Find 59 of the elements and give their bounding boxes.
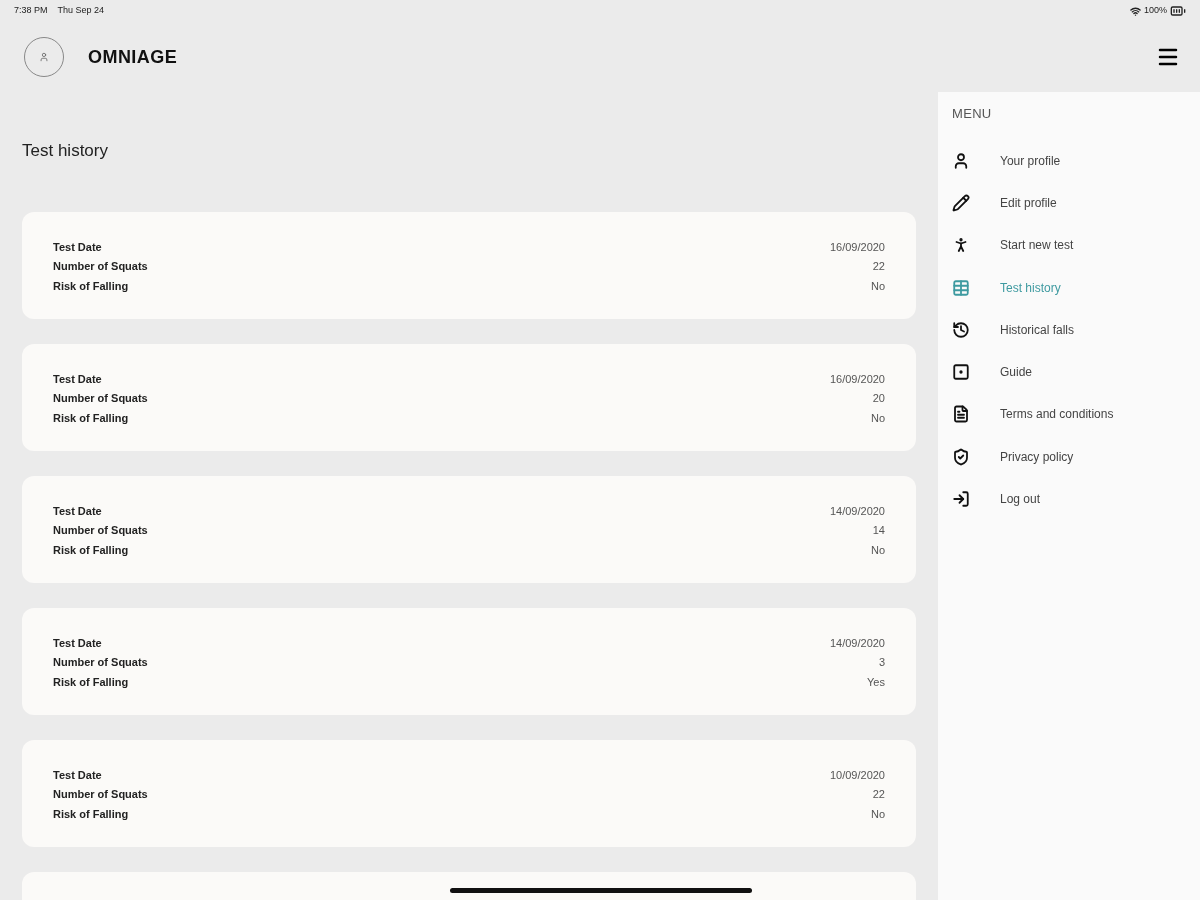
field-value: 22 (872, 787, 885, 802)
field-value: No (870, 542, 885, 558)
menu-item[interactable]: Terms and conditions (952, 393, 1200, 436)
test-card[interactable]: Test Date Number of Squats Risk of Falling 14/09/2020 3 Yes (22, 607, 916, 715)
battery-percentage: 100% (1143, 4, 1167, 18)
field-label: Risk of Falling (53, 806, 130, 822)
field-label: Risk of Falling (53, 410, 130, 426)
field-value: No (870, 806, 885, 822)
field-label: Number of Squats (53, 787, 148, 802)
field-label: Test Date (53, 767, 103, 783)
field-value: 20 (872, 391, 885, 406)
field-value: 10/09/2020 (829, 767, 885, 783)
field-label: Number of Squats (53, 655, 148, 670)
field-label: Number of Squats (53, 259, 148, 274)
menu-item[interactable]: Guide (952, 351, 1200, 394)
field-label: Test Date (53, 503, 103, 519)
test-card[interactable]: Test Date Number of Squats Risk of Falling 16/09/2020 20 No (22, 343, 916, 451)
field-value: No (870, 410, 885, 426)
field-label: Test Date (53, 635, 103, 651)
field-label: Number of Squats (53, 523, 148, 538)
field-value: No (870, 278, 885, 294)
field-value: 14 (872, 523, 885, 538)
field-label: Test Date (53, 371, 103, 387)
menu-item[interactable]: Your profile (952, 139, 1200, 182)
status-date: Thu Sep 24 (57, 4, 105, 18)
field-label: Risk of Falling (53, 542, 130, 558)
menu-title: MENU (952, 105, 993, 123)
menu-item[interactable]: Start new test (952, 224, 1200, 267)
menu-item[interactable]: Edit profile (952, 181, 1200, 225)
page-title: Test history (22, 140, 109, 162)
menu-item[interactable]: Historical falls (952, 308, 1200, 351)
field-label: Test Date (53, 239, 103, 255)
person-icon (39, 52, 49, 62)
battery-icon (1170, 3, 1186, 19)
field-label: Risk of Falling (53, 278, 130, 294)
person-icon (952, 151, 970, 170)
pencil-icon (952, 193, 970, 212)
log-out-icon (952, 490, 970, 508)
wifi-icon (1129, 5, 1141, 17)
field-value: 14/09/2020 (829, 635, 885, 651)
field-value: 3 (878, 655, 885, 670)
field-value: 16/09/2020 (829, 371, 885, 387)
test-card[interactable]: Test Date Number of Squats Risk of Falling 10/09/2020 22 No (22, 739, 916, 847)
field-label: Risk of Falling (53, 674, 130, 690)
table-icon (952, 278, 970, 297)
app-name: OMNIAGE (88, 45, 178, 69)
shield-icon (952, 447, 970, 466)
field-value: 14/09/2020 (829, 503, 885, 519)
status-time: 7:38 PM (14, 4, 48, 18)
field-value: 22 (872, 259, 885, 274)
field-value: 16/09/2020 (829, 239, 885, 255)
menu-item[interactable]: Log out (952, 477, 1200, 521)
clock-history-icon (952, 320, 970, 339)
test-card[interactable]: Test Date Number of Squats Risk of Falling 14/09/2020 14 No (22, 475, 916, 583)
test-card[interactable]: Test Date Number of Squats Risk of Falling 16/09/2020 22 No (22, 211, 916, 319)
menu-item[interactable]: Privacy policy (952, 435, 1200, 478)
field-label: Number of Squats (53, 391, 148, 406)
field-value: Yes (867, 674, 885, 690)
document-icon (952, 405, 970, 424)
